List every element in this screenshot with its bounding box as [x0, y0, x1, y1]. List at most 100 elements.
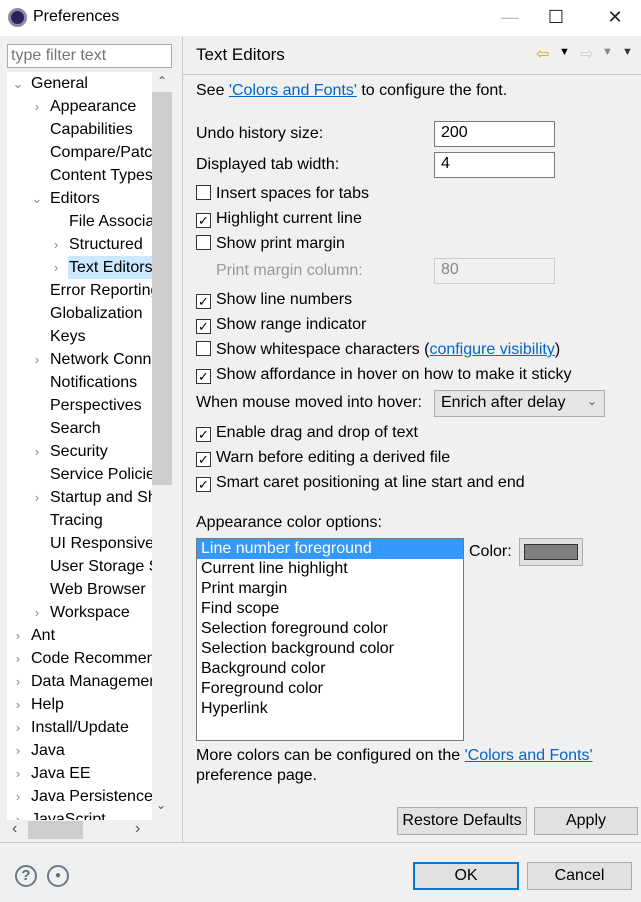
chevron-right-icon[interactable]: › — [31, 601, 43, 624]
checkbox-option[interactable]: ✓ Warn before editing a derived file — [196, 448, 450, 468]
scroll-up-icon[interactable]: ⌃ — [157, 74, 167, 88]
tree-item-label: Error Reporting — [50, 282, 152, 299]
checkbox-label: Smart caret positioning at line start an… — [216, 474, 525, 491]
color-options-list[interactable]: Line number foreground Current line highl… — [196, 538, 464, 741]
tree-item-label: Search — [50, 420, 101, 437]
scroll-down-icon[interactable]: ⌄ — [156, 798, 166, 812]
chevron-right-icon[interactable]: › — [12, 647, 24, 670]
checkbox-label: Show affordance in hover on how to make … — [216, 366, 572, 383]
filter-input[interactable] — [7, 44, 172, 68]
sash[interactable] — [182, 37, 183, 842]
tree-item-label: Startup and Shutdown — [50, 489, 152, 506]
close-button[interactable]: ✕ — [592, 0, 638, 36]
color-option-item[interactable]: Background color — [197, 659, 463, 679]
color-label: Color: — [469, 543, 512, 560]
back-arrow-icon[interactable]: ⇦ — [536, 44, 549, 64]
chevron-right-icon[interactable]: › — [12, 739, 24, 762]
tree-item-label: Workspace — [50, 604, 130, 621]
forward-arrow-icon[interactable]: ⇨ — [580, 44, 593, 64]
tree-item-label: User Storage Service — [50, 558, 152, 575]
chevron-right-icon[interactable]: › — [12, 624, 24, 647]
chevron-right-icon[interactable]: › — [31, 440, 43, 463]
chevron-right-icon[interactable]: › — [31, 486, 43, 509]
color-option-item[interactable]: Selection foreground color — [197, 619, 463, 639]
more-colors-prefix: More colors can be configured on the — [196, 747, 465, 764]
tree-item-label: Structured — [69, 236, 143, 253]
undo-label: Undo history size: — [196, 125, 324, 142]
help-icon[interactable]: ? — [15, 865, 37, 887]
checkbox[interactable]: ✓ — [196, 319, 211, 334]
tree-item-label: Install/Update — [31, 719, 129, 736]
checkbox[interactable]: ✓ — [196, 477, 211, 492]
color-option-item[interactable]: Print margin — [197, 579, 463, 599]
checkbox-option[interactable]: ✓ Show line numbers — [196, 290, 352, 310]
oomph-settings-icon[interactable]: ● — [47, 865, 69, 887]
colors-fonts-link[interactable]: 'Colors and Fonts' — [229, 82, 357, 99]
color-option-item[interactable]: Foreground color — [197, 679, 463, 699]
checkbox-option[interactable]: Insert spaces for tabs — [196, 184, 369, 204]
checkbox-option[interactable]: ✓ Highlight current line — [196, 209, 362, 229]
checkbox-option[interactable]: ✓ Show affordance in hover on how to make… — [196, 365, 571, 385]
chevron-right-icon[interactable]: › — [31, 348, 43, 371]
more-colors-link[interactable]: 'Colors and Fonts' — [465, 747, 593, 764]
chevron-right-icon[interactable]: › — [12, 716, 24, 739]
checkbox-option[interactable]: Show whitespace characters (configure vi… — [196, 340, 560, 360]
checkbox[interactable]: ✓ — [196, 452, 211, 467]
checkbox[interactable]: ✓ — [196, 213, 211, 228]
tree-vertical-scroll-thumb[interactable] — [152, 92, 172, 485]
tree-item-label: Notifications — [50, 374, 138, 391]
view-menu-icon[interactable]: ▼ — [622, 46, 633, 58]
chevron-right-icon[interactable]: › — [50, 256, 62, 279]
checkbox[interactable] — [196, 341, 211, 356]
color-button[interactable] — [519, 538, 583, 566]
chevron-right-icon[interactable]: › — [31, 95, 43, 118]
tree-item-label: Java — [31, 742, 65, 759]
configure-visibility-link[interactable]: configure visibility — [429, 341, 554, 358]
back-menu-icon[interactable]: ▼ — [559, 46, 570, 58]
tab-width-input[interactable]: 4 — [434, 152, 555, 178]
checkbox[interactable] — [196, 235, 211, 250]
preference-tree: ⌄ General › Appearance Capabilities Compare/P… — [7, 72, 152, 820]
undo-history-input[interactable]: 200 — [434, 121, 555, 147]
color-option-item[interactable]: Find scope — [197, 599, 463, 619]
checkbox-option[interactable]: ✓ Smart caret positioning at line start a… — [196, 473, 525, 493]
chevron-down-icon[interactable]: ⌄ — [12, 72, 24, 95]
hover-label: When mouse moved into hover: — [196, 394, 422, 411]
ok-button[interactable]: OK — [413, 862, 519, 890]
color-option-item[interactable]: Selection background color — [197, 639, 463, 659]
chevron-right-icon[interactable]: › — [12, 785, 24, 808]
maximize-button[interactable]: ☐ — [533, 0, 579, 36]
tree-item-label: Capabilities — [50, 121, 133, 138]
chevron-right-icon[interactable]: › — [50, 233, 62, 256]
apply-button[interactable]: Apply — [534, 807, 638, 835]
tree-item-label: Editors — [50, 190, 100, 207]
color-option-item[interactable]: Line number foreground — [197, 539, 463, 559]
checkbox-option[interactable]: Show print margin — [196, 234, 345, 254]
minimize-button[interactable]: — — [487, 0, 533, 36]
chevron-down-icon[interactable]: ⌄ — [31, 187, 43, 210]
forward-menu-icon[interactable]: ▼ — [602, 46, 613, 58]
color-option-item[interactable]: Hyperlink — [197, 699, 463, 719]
tree-horizontal-scroll-thumb[interactable] — [28, 821, 83, 839]
font-hint-suffix: to configure the font. — [356, 82, 508, 99]
tree-item-label: Java Persistence — [31, 788, 152, 805]
checkbox[interactable]: ✓ — [196, 369, 211, 384]
color-option-item[interactable]: Current line highlight — [197, 559, 463, 579]
checkbox-option[interactable]: ✓ Enable drag and drop of text — [196, 423, 418, 443]
cancel-button[interactable]: Cancel — [527, 862, 632, 890]
chevron-right-icon[interactable]: › — [12, 762, 24, 785]
restore-defaults-button[interactable]: Restore Defaults — [397, 807, 527, 835]
checkbox[interactable]: ✓ — [196, 294, 211, 309]
chevron-right-icon[interactable]: › — [12, 693, 24, 716]
checkbox[interactable]: ✓ — [196, 427, 211, 442]
checkbox-label: Show range indicator — [216, 316, 367, 333]
scroll-right-icon[interactable]: › — [135, 820, 140, 838]
chevron-right-icon[interactable]: › — [12, 670, 24, 693]
checkbox[interactable] — [196, 185, 211, 200]
hover-select[interactable]: Enrich after delay ⌄ — [434, 390, 605, 417]
tree-item-label: Java EE — [31, 765, 91, 782]
scroll-left-icon[interactable]: ‹ — [12, 820, 17, 838]
chevron-right-icon[interactable]: › — [12, 808, 24, 820]
tab-width-label: Displayed tab width: — [196, 156, 340, 173]
checkbox-option[interactable]: ✓ Show range indicator — [196, 315, 366, 335]
